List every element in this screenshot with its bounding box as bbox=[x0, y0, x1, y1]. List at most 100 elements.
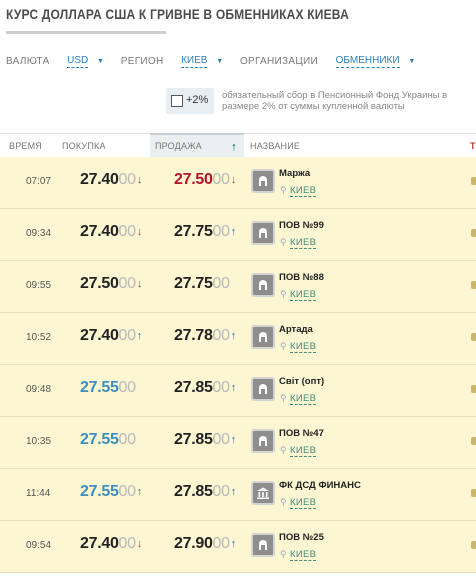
location-pin-icon: ⚲ bbox=[280, 237, 287, 247]
trend-up-icon: ↑ bbox=[136, 330, 143, 342]
sell-rate: 27.8500↑ bbox=[174, 431, 236, 449]
table-row[interactable]: 11:44 27.5500↑ 27.8500↑ ФК ДСД ФИНАНС ⚲ КИЕВ bbox=[0, 469, 476, 521]
location-pin-icon: ⚲ bbox=[280, 289, 287, 299]
currency-select[interactable]: USD bbox=[67, 55, 89, 68]
column-header-cutoff: Т bbox=[470, 141, 476, 151]
trend-down-icon: ↓ bbox=[136, 278, 143, 290]
org-name-link[interactable]: ФК ДСД ФИНАНС bbox=[279, 480, 361, 491]
currency-dropdown-icon[interactable]: ▼ bbox=[97, 58, 104, 65]
table-row[interactable]: 09:54 27.4000↓ 27.9000↑ ПОВ №25 ⚲ КИЕВ bbox=[0, 521, 476, 573]
buy-rate-tail: 00 bbox=[118, 431, 137, 448]
row-time: 10:52 bbox=[26, 332, 52, 343]
exchange-booth-icon bbox=[251, 169, 275, 193]
sell-rate-tail: 00 bbox=[212, 223, 231, 240]
org-city-link[interactable]: КИЕВ bbox=[290, 549, 317, 561]
sell-rate-main: 27.78 bbox=[174, 327, 213, 344]
sell-rate-tail: 00 bbox=[212, 431, 231, 448]
organizations-select[interactable]: ОБМЕННИКИ bbox=[335, 55, 400, 68]
sell-rate: 27.9000↑ bbox=[174, 535, 236, 553]
org-city-link[interactable]: КИЕВ bbox=[290, 289, 317, 301]
column-header-time[interactable]: ВРЕМЯ bbox=[9, 141, 42, 151]
buy-rate-main: 27.40 bbox=[80, 223, 119, 240]
org-city-link[interactable]: КИЕВ bbox=[290, 445, 317, 457]
table-row[interactable]: 09:48 27.5500 27.8500↑ Світ (опт) ⚲ КИЕВ bbox=[0, 365, 476, 417]
sell-rate-tail: 00 bbox=[212, 327, 231, 344]
buy-rate-main: 27.40 bbox=[80, 327, 119, 344]
trend-up-icon: ↑ bbox=[230, 434, 237, 446]
buy-rate: 27.5500 bbox=[80, 431, 136, 449]
trend-up-icon: ↑ bbox=[230, 226, 237, 238]
location-pin-icon: ⚲ bbox=[280, 185, 287, 195]
location-pin-icon: ⚲ bbox=[280, 393, 287, 403]
row-edge-marker bbox=[471, 489, 476, 497]
location-pin-icon: ⚲ bbox=[280, 549, 287, 559]
table-row[interactable]: 10:35 27.5500 27.8500↑ ПОВ №47 ⚲ КИЕВ bbox=[0, 417, 476, 469]
buy-rate: 27.4000↓ bbox=[80, 171, 142, 189]
buy-rate-main: 27.50 bbox=[80, 275, 119, 292]
region-select[interactable]: КИЕВ bbox=[181, 55, 208, 68]
row-edge-marker bbox=[471, 385, 476, 393]
sell-rate-tail: 00 bbox=[212, 275, 231, 292]
fee-note: обязательный сбор в Пенсионный Фонд Укра… bbox=[222, 90, 448, 112]
region-dropdown-icon[interactable]: ▼ bbox=[216, 58, 223, 65]
org-name-link[interactable]: ПОВ №25 bbox=[279, 532, 324, 543]
org-city-link[interactable]: КИЕВ bbox=[290, 497, 317, 509]
org-name-link[interactable]: ПОВ №99 bbox=[279, 220, 324, 231]
table-row[interactable]: 09:55 27.50 00 ↓ 27.7500 ПОВ №88 ⚲ КИЕВ bbox=[0, 261, 476, 313]
trend-down-icon: ↓ bbox=[136, 174, 143, 186]
org-name-link[interactable]: Маржа bbox=[279, 168, 310, 179]
buy-rate-main: 27.55 bbox=[80, 379, 119, 396]
row-edge-marker bbox=[471, 229, 476, 237]
column-header-name[interactable]: НАЗВАНИЕ bbox=[250, 141, 300, 151]
org-name-link[interactable]: ПОВ №88 bbox=[279, 272, 324, 283]
sell-rate-main: 27.75 bbox=[174, 275, 213, 292]
trend-down-icon: ↓ bbox=[136, 226, 143, 238]
trend-up-icon: ↑ bbox=[230, 538, 237, 550]
sell-rate-tail: 00 bbox=[212, 483, 231, 500]
organizations-dropdown-icon[interactable]: ▼ bbox=[408, 58, 415, 65]
buy-rate-tail: 00 bbox=[118, 535, 137, 552]
fee-toggle[interactable]: +2% bbox=[166, 88, 214, 114]
buy-rate: 27.5500 bbox=[80, 379, 136, 397]
table-row[interactable]: 07:07 27.4000↓ 27.5000↓ Маржа ⚲ КИЕВ bbox=[0, 157, 476, 209]
buy-rate-main: 27.55 bbox=[80, 431, 119, 448]
trend-down-icon: ↓ bbox=[136, 538, 143, 550]
sell-rate: 27.7800↑ bbox=[174, 327, 236, 345]
sell-rate: 27.7500↑ bbox=[174, 223, 236, 241]
organizations-label: ОРГАНИЗАЦИИ bbox=[239, 56, 318, 67]
sell-rate-main: 27.85 bbox=[174, 431, 213, 448]
row-time: 09:55 bbox=[26, 280, 52, 291]
table-header: ВРЕМЯ ПОКУПКА ПРОДАЖА 🠕 НАЗВАНИЕ Т bbox=[0, 133, 476, 159]
exchange-booth-icon bbox=[251, 221, 275, 245]
fee-checkbox[interactable] bbox=[171, 95, 183, 107]
table-row[interactable]: 09:34 27.40 00 ↓ 27.7500↑ ПОВ №99 ⚲ КИЕВ bbox=[0, 209, 476, 261]
exchange-booth-icon bbox=[251, 273, 275, 297]
buy-rate-main: 27.55 bbox=[80, 483, 119, 500]
row-time: 07:07 bbox=[26, 176, 52, 187]
row-edge-marker bbox=[471, 541, 476, 549]
org-name-link[interactable]: ПОВ №47 bbox=[279, 428, 324, 439]
org-city-link[interactable]: КИЕВ bbox=[290, 237, 317, 249]
fee-toggle-label: +2% bbox=[186, 94, 209, 106]
column-header-buy[interactable]: ПОКУПКА bbox=[62, 141, 106, 151]
org-name-link[interactable]: Світ (опт) bbox=[279, 376, 324, 387]
column-header-sell-active[interactable]: ПРОДАЖА 🠕 bbox=[150, 133, 244, 159]
page-title: КУРС ДОЛЛАРА США К ГРИВНЕ В ОБМЕННИКАХ К… bbox=[6, 6, 349, 22]
sell-rate: 27.7500 bbox=[174, 275, 230, 293]
buy-rate: 27.5500↑ bbox=[80, 483, 142, 501]
org-city-link[interactable]: КИЕВ bbox=[290, 341, 317, 353]
org-name-link[interactable]: Артада bbox=[279, 324, 313, 335]
org-city-link[interactable]: КИЕВ bbox=[290, 393, 317, 405]
sell-rate-main: 27.90 bbox=[174, 535, 213, 552]
row-time: 09:34 bbox=[26, 228, 52, 239]
org-city-link[interactable]: КИЕВ bbox=[290, 185, 317, 197]
row-time: 09:48 bbox=[26, 384, 52, 395]
table-row[interactable]: 10:52 27.4000↑ 27.7800↑ Артада ⚲ КИЕВ bbox=[0, 313, 476, 365]
row-time: 10:35 bbox=[26, 436, 52, 447]
sell-rate-tail: 00 bbox=[212, 171, 231, 188]
filter-bar: ВАЛЮТА USD ▼ РЕГИОН КИЕВ ▼ ОРГАНИЗАЦИИ О… bbox=[6, 55, 429, 69]
buy-rate-tail: 00 bbox=[118, 171, 137, 188]
buy-rate-tail: 00 bbox=[118, 379, 137, 396]
column-header-sell[interactable]: ПРОДАЖА bbox=[155, 141, 202, 151]
row-edge-marker bbox=[471, 437, 476, 445]
